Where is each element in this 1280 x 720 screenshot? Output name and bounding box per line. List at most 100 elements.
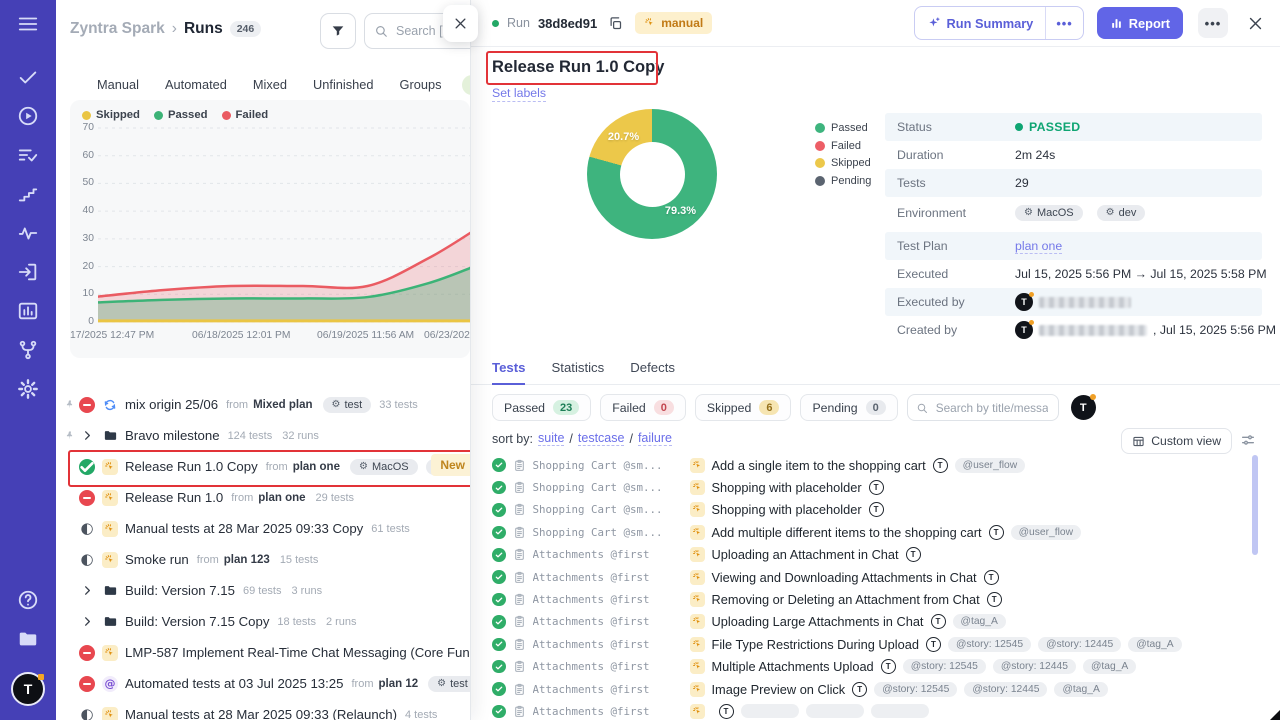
sidebar-help-icon[interactable] <box>16 588 40 612</box>
run-row[interactable]: Release Run 1.0fromplan one29 tests <box>56 482 470 513</box>
filter-button[interactable] <box>320 13 356 49</box>
close-run-detail-button[interactable] <box>1247 15 1264 32</box>
test-row[interactable]: Attachments @firstRemoving or Deleting a… <box>492 588 1262 610</box>
run-row[interactable]: Build: Version 7.15 Copy18 tests2 runs <box>56 606 470 637</box>
test-row[interactable]: Shopping Cart @sm...Shopping with placeh… <box>492 499 1262 521</box>
expand-chevron-icon[interactable] <box>79 614 95 630</box>
branch-icon <box>17 339 39 361</box>
sidebar-folder-icon[interactable] <box>16 627 40 651</box>
sync-icon <box>103 398 117 412</box>
filter-pending[interactable]: Pending0 <box>800 394 897 421</box>
sidebar-avatar[interactable]: T <box>11 672 45 706</box>
run-row[interactable]: @Automated tests at 03 Jul 2025 13:25fro… <box>56 668 470 699</box>
test-row[interactable]: Shopping Cart @sm...Add multiple differe… <box>492 521 1262 543</box>
table-icon <box>1132 435 1145 448</box>
run-row[interactable]: Bravo milestone124 tests32 runs <box>56 420 470 451</box>
test-suite-name: Shopping Cart @sm... <box>533 526 683 539</box>
run-plan-link[interactable]: plan 12 <box>378 678 418 690</box>
test-passed-icon <box>492 503 506 517</box>
runs-history-chart: SkippedPassedFailed 01020304050607017/20… <box>70 100 470 358</box>
run-plan-link[interactable]: plan one <box>293 461 340 473</box>
test-row[interactable]: Attachments @firstViewing and Downloadin… <box>492 566 1262 588</box>
pointer-click-icon <box>104 647 116 659</box>
run-row[interactable]: ◐Smoke runfromplan 12315 tests <box>56 544 470 575</box>
sidebar-list-check-icon[interactable] <box>16 143 40 167</box>
sidebar-gear-icon[interactable] <box>16 377 40 401</box>
info-row-environment: Environment⚙MacOS⚙dev <box>885 197 1262 228</box>
test-row[interactable]: Attachments @firstT <box>492 700 1262 720</box>
filter-failed[interactable]: Failed0 <box>600 394 686 421</box>
runs-tab-manual[interactable]: Manual <box>84 73 152 96</box>
test-suite-name: Attachments @first <box>533 638 683 651</box>
filter-passed[interactable]: Passed23 <box>492 394 591 421</box>
tab-tests[interactable]: Tests <box>492 360 525 385</box>
sliders-icon <box>1240 432 1256 448</box>
test-row[interactable]: Attachments @firstUploading an Attachmen… <box>492 544 1262 566</box>
run-row[interactable]: ◐Manual tests at 28 Mar 2025 09:33 (Rela… <box>56 699 470 720</box>
tab-defects[interactable]: Defects <box>630 360 675 385</box>
tab-statistics[interactable]: Statistics <box>551 360 604 385</box>
run-row[interactable]: Release Run 1.0 Copyfromplan one⚙MacOS⚙d… <box>56 451 470 482</box>
test-row[interactable]: Attachments @firstUploading Large Attach… <box>492 611 1262 633</box>
y-axis-tick: 20 <box>70 261 94 272</box>
assignee-avatar-filter[interactable]: T <box>1071 395 1096 420</box>
sort-by-suite[interactable]: suite <box>538 431 564 446</box>
test-row[interactable]: Attachments @firstMultiple Attachments U… <box>492 656 1262 678</box>
more-actions-button[interactable]: ••• <box>1198 8 1228 38</box>
set-labels-link[interactable]: Set labels <box>492 86 546 102</box>
runs-history-plot <box>98 124 470 330</box>
breadcrumb-project[interactable]: Zyntra Spark <box>70 20 165 38</box>
runs-tab-automated[interactable]: Automated <box>152 73 240 96</box>
report-button[interactable]: Report <box>1097 7 1183 39</box>
sidebar-steps-icon[interactable] <box>16 182 40 206</box>
sort-by-failure[interactable]: failure <box>638 431 672 446</box>
y-axis-tick: 0 <box>70 316 94 327</box>
copy-run-id-button[interactable] <box>608 16 623 31</box>
run-status-stopped-icon <box>79 676 95 692</box>
test-plan-link[interactable]: plan one <box>1015 239 1062 254</box>
test-tag: @tag_A <box>953 614 1006 629</box>
test-row[interactable]: Shopping Cart @sm...Add a single item to… <box>492 454 1262 476</box>
sidebar-play-circle-icon[interactable] <box>16 104 40 128</box>
sort-separator: / <box>629 432 632 446</box>
custom-view-button[interactable]: Custom view <box>1121 428 1232 454</box>
sidebar-bar-chart-icon[interactable] <box>16 299 40 323</box>
manual-run-icon <box>102 645 118 661</box>
manual-run-icon <box>102 490 118 506</box>
run-row[interactable]: Build: Version 7.1569 tests3 runs <box>56 575 470 606</box>
panel-close-button[interactable] <box>443 5 478 42</box>
test-row[interactable]: Attachments @firstImage Preview on Click… <box>492 678 1262 700</box>
test-passed-icon <box>492 458 506 472</box>
test-assignee-avatar: T <box>869 502 884 517</box>
chevron-right-icon <box>82 616 93 627</box>
run-row[interactable]: mix origin 25/06fromMixed plan⚙test33 te… <box>56 389 470 420</box>
view-settings-icon[interactable] <box>1240 432 1256 448</box>
test-row[interactable]: Attachments @firstFile Type Restrictions… <box>492 633 1262 655</box>
run-summary-button[interactable]: Run Summary <box>915 7 1046 39</box>
filter-skipped[interactable]: Skipped6 <box>695 394 792 421</box>
run-plan-link[interactable]: Mixed plan <box>253 399 312 411</box>
sort-by-testcase[interactable]: testcase <box>578 431 625 446</box>
run-plan-link[interactable]: plan 123 <box>224 554 270 566</box>
expand-chevron-icon[interactable] <box>79 583 95 599</box>
run-row-title: Bravo milestone <box>125 428 220 443</box>
sidebar-menu-icon[interactable] <box>16 12 40 36</box>
sidebar-import-icon[interactable] <box>16 260 40 284</box>
runs-tab-mixed[interactable]: Mixed <box>240 73 300 96</box>
run-plan-link[interactable]: plan one <box>258 492 305 504</box>
sidebar-activity-icon[interactable] <box>16 221 40 245</box>
run-row[interactable]: ◐Manual tests at 28 Mar 2025 09:33 Copy6… <box>56 513 470 544</box>
runs-list: mix origin 25/06fromMixed plan⚙test33 te… <box>56 389 470 720</box>
test-list-scrollbar[interactable] <box>1252 455 1258 555</box>
sidebar-check-icon[interactable] <box>16 65 40 89</box>
test-row[interactable]: Shopping Cart @sm...Shopping with placeh… <box>492 476 1262 498</box>
runs-tab-unfinished[interactable]: Unfinished <box>300 73 386 96</box>
sidebar-branch-icon[interactable] <box>16 338 40 362</box>
run-row[interactable]: LMP-587 Implement Real-Time Chat Messagi… <box>56 637 470 668</box>
runs-tag-badge[interactable]: test <box>462 75 471 95</box>
test-search-input[interactable] <box>934 400 1050 416</box>
expand-chevron-icon[interactable] <box>79 428 95 444</box>
test-search-box[interactable] <box>907 394 1059 421</box>
run-summary-more-button[interactable]: ••• <box>1045 7 1082 39</box>
runs-tab-groups[interactable]: Groups <box>387 73 455 96</box>
